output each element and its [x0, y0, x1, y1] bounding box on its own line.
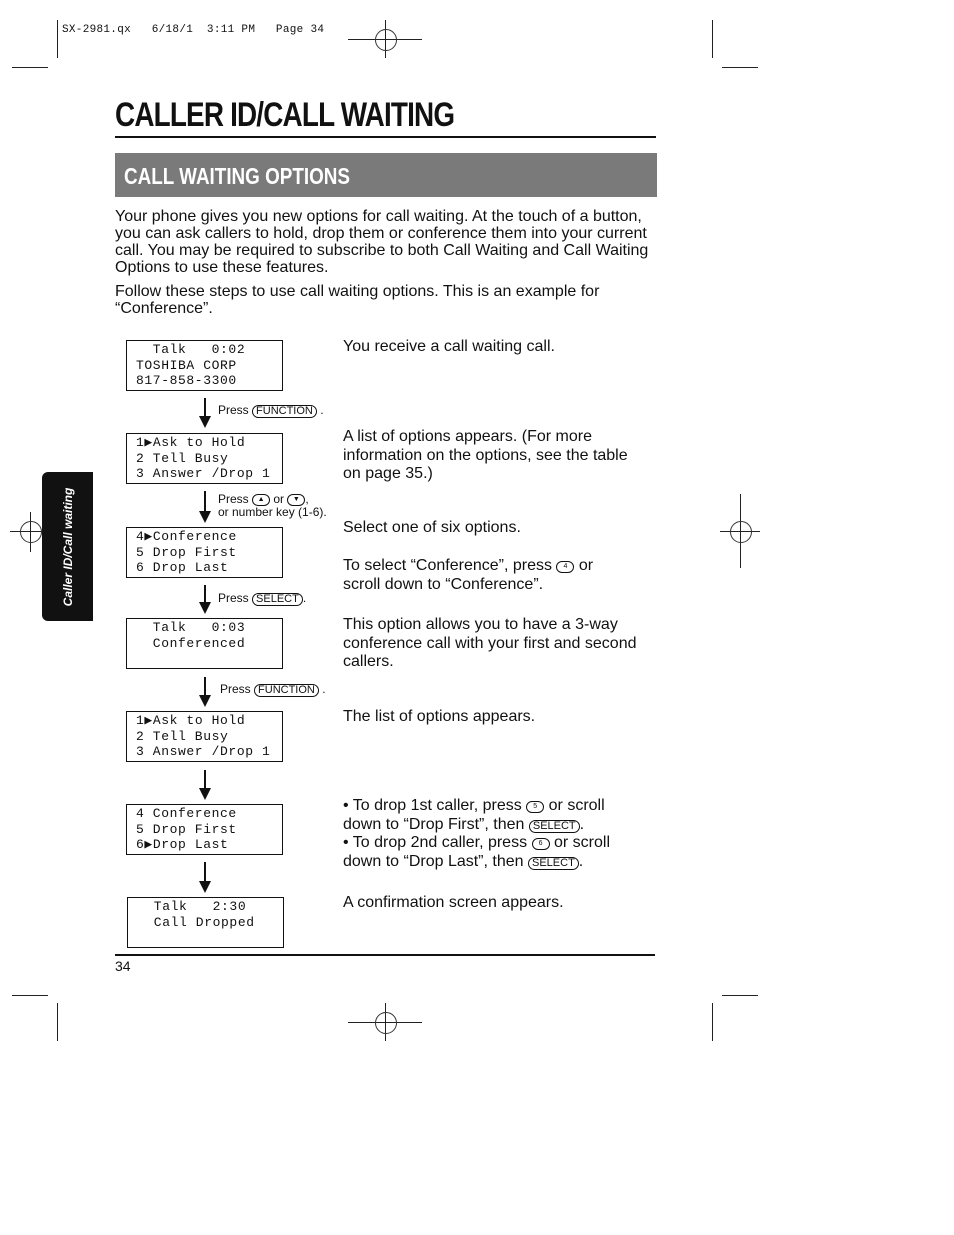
lcd-screen: Talk 2:30 Call Dropped — [127, 897, 284, 948]
down-arrow-icon — [199, 585, 211, 614]
intro-paragraph: Your phone gives you new options for cal… — [115, 208, 649, 276]
section-header: CALL WAITING OPTIONS — [115, 153, 657, 197]
key-5-icon: 5 — [526, 801, 545, 813]
step-description: This option allows you to have a 3-way c… — [343, 616, 637, 670]
lcd-screen: Talk 0:02 TOSHIBA CORP 817-858-3300 — [126, 340, 283, 391]
down-arrow-icon — [199, 770, 211, 800]
step-instruction: Press SELECT. — [218, 591, 307, 606]
lcd-screen: 4 Conference 5 Drop First 6▶Drop Last — [126, 804, 283, 855]
step-description: Select one of six options. — [343, 519, 521, 536]
bullet-item: • To drop 1st caller, press 5 or scroll … — [343, 797, 605, 833]
lcd-screen: Talk 0:03 Conferenced — [126, 618, 283, 669]
step-instruction: Press FUNCTION . — [220, 682, 326, 697]
step-description: The list of options appears. — [343, 708, 536, 725]
side-tab: Caller ID/Call waiting — [42, 472, 93, 621]
manual-page: SX-2981.qx 6/18/1 3:11 PM Page 34 CALLER… — [0, 0, 954, 1235]
down-arrow-icon — [199, 677, 211, 707]
step-description: A confirmation screen appears. — [343, 894, 564, 911]
intro-paragraph: Follow these steps to use call waiting o… — [115, 283, 600, 317]
page-number: 34 — [115, 958, 131, 974]
lcd-screen: 1▶Ask to Hold 2 Tell Busy 3 Answer /Drop… — [126, 711, 283, 762]
function-key-icon: FUNCTION — [252, 405, 317, 418]
lcd-screen: 1▶Ask to Hold 2 Tell Busy 3 Answer /Drop… — [126, 433, 283, 484]
step-instruction: Press ▲ or ▼, or number key (1-6). — [218, 492, 327, 519]
step-description: You receive a call waiting call. — [343, 338, 555, 355]
step-instruction: Press FUNCTION . — [218, 403, 324, 418]
key-4-icon: 4 — [556, 561, 575, 573]
page-title: CALLER ID/CALL WAITING — [115, 96, 455, 134]
lcd-screen: 4▶Conference 5 Drop First 6 Drop Last — [126, 527, 283, 578]
print-slug: SX-2981.qx 6/18/1 3:11 PM Page 34 — [62, 24, 325, 36]
function-key-icon: FUNCTION — [254, 684, 319, 697]
step-description: To select “Conference”, press 4 or scrol… — [343, 557, 594, 593]
select-key-icon: SELECT — [252, 593, 303, 606]
step-description: A list of options appears. (For more inf… — [343, 428, 628, 482]
down-arrow-icon — [199, 398, 211, 428]
select-key-icon: SELECT — [528, 819, 580, 833]
key-6-icon: 6 — [531, 838, 550, 850]
down-arrow-icon — [199, 862, 211, 893]
select-key-icon: SELECT — [528, 856, 579, 870]
bullet-item: • To drop 2nd caller, press 6 or scroll … — [343, 834, 610, 870]
down-arrow-icon — [199, 491, 211, 523]
